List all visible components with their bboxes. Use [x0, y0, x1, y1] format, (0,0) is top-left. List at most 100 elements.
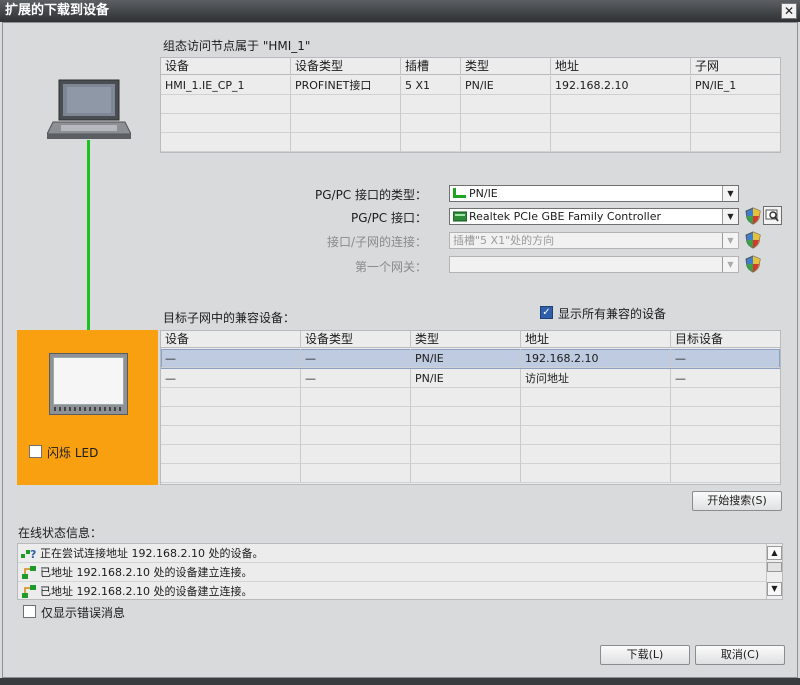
dialog-content: 组态访问节点属于 "HMI_1" 设备 设备类型 插槽 类型 地址 子网 HMI…	[2, 22, 798, 678]
subnet-connection-select[interactable]: 插槽"5 X1"处的方向 ▼	[449, 232, 739, 249]
empty-cell	[671, 388, 780, 407]
pgpc-type-value: PN/IE	[469, 187, 498, 200]
empty-cell	[161, 133, 291, 152]
empty-cell	[411, 407, 521, 426]
chevron-down-icon[interactable]: ▼	[722, 209, 738, 224]
empty-cell	[521, 426, 671, 445]
flash-led-label[interactable]: 闪烁 LED	[47, 444, 98, 461]
hmi-keys	[54, 407, 122, 411]
table-cell[interactable]: —	[301, 369, 411, 388]
empty-cell	[411, 445, 521, 464]
scroll-thumb[interactable]	[767, 562, 782, 572]
errors-only-label[interactable]: 仅显示错误消息	[41, 604, 125, 621]
table-cell[interactable]: 5 X1	[401, 76, 461, 95]
status-message: ? 正在尝试连接地址 192.168.2.10 处的设备。	[18, 544, 766, 563]
errors-only-checkbox[interactable]	[23, 605, 36, 618]
empty-cell	[301, 388, 411, 407]
table-cell[interactable]: PROFINET接口	[291, 76, 401, 95]
col-header[interactable]: 类型	[461, 58, 551, 75]
col-header[interactable]: 类型	[411, 331, 521, 348]
status-heading: 在线状态信息：	[18, 526, 103, 540]
first-gateway-select[interactable]: ▼	[449, 256, 739, 273]
table-cell[interactable]: —	[301, 349, 411, 368]
download-button[interactable]: 下载(L)	[600, 645, 690, 665]
pgpc-type-label: PG/PC 接口的类型：	[314, 188, 427, 202]
empty-cell	[161, 407, 301, 426]
configured-table: 设备 设备类型 插槽 类型 地址 子网 HMI_1.IE_CP_1 PROFIN…	[160, 57, 781, 153]
chevron-down-icon[interactable]: ▼	[722, 257, 738, 272]
start-search-button[interactable]: 开始搜索(S)	[692, 491, 782, 511]
flash-led-checkbox[interactable]	[29, 445, 42, 458]
col-header[interactable]: 子网	[691, 58, 780, 75]
pgpc-type-select[interactable]: PN/IE ▼	[449, 185, 739, 202]
status-scrollbar[interactable]: ▲ ▼	[766, 544, 782, 599]
pnie-network-icon	[453, 188, 466, 198]
scroll-up-icon[interactable]: ▲	[767, 546, 782, 560]
empty-cell	[691, 133, 780, 152]
table-cell[interactable]: 192.168.2.10	[521, 349, 671, 368]
empty-cell	[401, 133, 461, 152]
status-message: 已地址 192.168.2.10 处的设备建立连接。	[18, 582, 766, 601]
table-cell[interactable]: 访问地址	[521, 369, 671, 388]
window-title-bar: 扩展的下载到设备 ✕	[0, 0, 800, 22]
table-cell[interactable]: PN/IE	[461, 76, 551, 95]
col-header[interactable]: 设备类型	[291, 58, 401, 75]
empty-cell	[671, 445, 780, 464]
show-all-label[interactable]: 显示所有兼容的设备	[558, 305, 666, 322]
empty-cell	[461, 95, 551, 114]
close-button[interactable]: ✕	[781, 3, 797, 19]
col-header[interactable]: 地址	[521, 331, 671, 348]
scroll-down-icon[interactable]: ▼	[767, 582, 782, 596]
col-header[interactable]: 目标设备	[671, 331, 780, 348]
diagnostics-button[interactable]	[763, 206, 782, 225]
window-bottom-edge	[0, 678, 800, 685]
table-cell[interactable]: —	[161, 349, 301, 368]
table-cell[interactable]: PN/IE	[411, 349, 521, 368]
shield-icon[interactable]	[745, 231, 761, 249]
table-cell[interactable]: PN/IE	[411, 369, 521, 388]
connected-icon	[22, 585, 36, 598]
table-cell[interactable]: 192.168.2.10	[551, 76, 691, 95]
empty-cell	[551, 133, 691, 152]
empty-cell	[161, 95, 291, 114]
status-message-text: 正在尝试连接地址 192.168.2.10 处的设备。	[40, 547, 264, 560]
table-cell[interactable]: —	[161, 369, 301, 388]
table-cell[interactable]: HMI_1.IE_CP_1	[161, 76, 291, 95]
compatible-table: 设备 设备类型 类型 地址 目标设备 — — PN/IE 192.168.2.1…	[160, 330, 781, 485]
window-title: 扩展的下载到设备	[5, 3, 110, 18]
cancel-button[interactable]: 取消(C)	[695, 645, 785, 665]
col-header[interactable]: 设备	[161, 331, 301, 348]
col-header[interactable]: 设备	[161, 58, 291, 75]
shield-icon[interactable]	[745, 207, 761, 225]
empty-cell	[521, 464, 671, 483]
empty-cell	[401, 114, 461, 133]
empty-cell	[521, 407, 671, 426]
chevron-down-icon[interactable]: ▼	[722, 233, 738, 248]
col-header[interactable]: 插槽	[401, 58, 461, 75]
table-cell[interactable]: —	[671, 349, 780, 368]
empty-cell	[301, 464, 411, 483]
pgpc-interface-select[interactable]: Realtek PCIe GBE Family Controller ▼	[449, 208, 739, 225]
status-message-text: 已地址 192.168.2.10 处的设备建立连接。	[40, 585, 253, 598]
configured-heading: 组态访问节点属于 "HMI_1"	[163, 39, 311, 53]
empty-cell	[161, 464, 301, 483]
shield-icon[interactable]	[745, 255, 761, 273]
subnet-connection-value: 插槽"5 X1"处的方向	[453, 234, 555, 247]
empty-cell	[401, 95, 461, 114]
table-cell[interactable]: —	[671, 369, 780, 388]
hmi-screen	[53, 357, 124, 405]
pgpc-interface-label: PG/PC 接口：	[350, 211, 427, 225]
empty-cell	[291, 95, 401, 114]
show-all-checkbox[interactable]: ✓	[540, 306, 553, 319]
empty-cell	[521, 388, 671, 407]
empty-cell	[691, 114, 780, 133]
chevron-down-icon[interactable]: ▼	[722, 186, 738, 201]
empty-cell	[301, 445, 411, 464]
col-header[interactable]: 地址	[551, 58, 691, 75]
status-log: ? 正在尝试连接地址 192.168.2.10 处的设备。 已地址 192.16…	[17, 543, 783, 600]
empty-cell	[301, 407, 411, 426]
connecting-icon: ?	[21, 548, 36, 561]
col-header[interactable]: 设备类型	[301, 331, 411, 348]
table-cell[interactable]: PN/IE_1	[691, 76, 780, 95]
empty-cell	[551, 114, 691, 133]
